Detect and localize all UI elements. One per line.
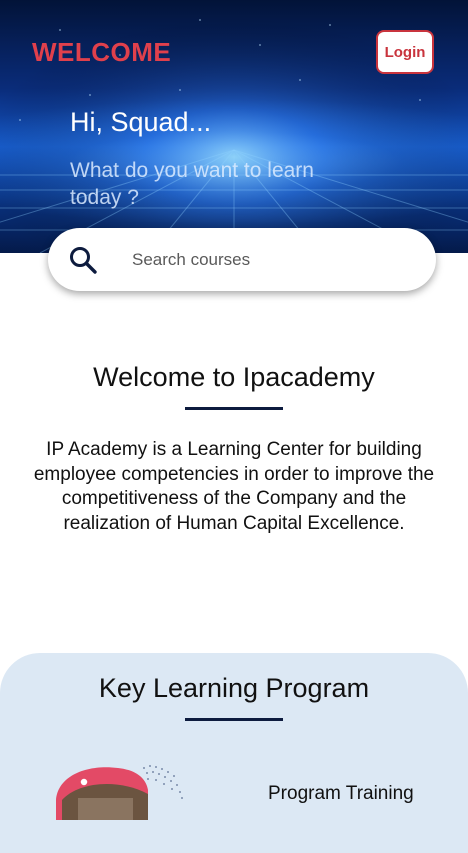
login-button[interactable]: Login [376, 30, 434, 74]
greeting-text: Hi, Squad... [70, 107, 212, 137]
welcome-description: IP Academy is a Learning Center for buil… [33, 439, 435, 534]
welcome-section-title: Welcome to Ipacademy [93, 362, 375, 392]
search-bar[interactable] [48, 228, 436, 291]
search-icon[interactable] [68, 245, 98, 275]
program-training-image[interactable] [48, 760, 198, 820]
key-learning-underline [185, 718, 283, 721]
title-underline [185, 407, 283, 410]
search-input[interactable] [130, 246, 414, 274]
hero-banner: WELCOME Login Hi, Squad... What do you w… [0, 0, 468, 253]
program-training-label[interactable]: Program Training [268, 783, 414, 805]
hero-subtitle: What do you want to learn today ? [70, 159, 314, 209]
key-learning-title: Key Learning Program [98, 673, 370, 703]
app-logo-text: WELCOME [32, 37, 172, 67]
